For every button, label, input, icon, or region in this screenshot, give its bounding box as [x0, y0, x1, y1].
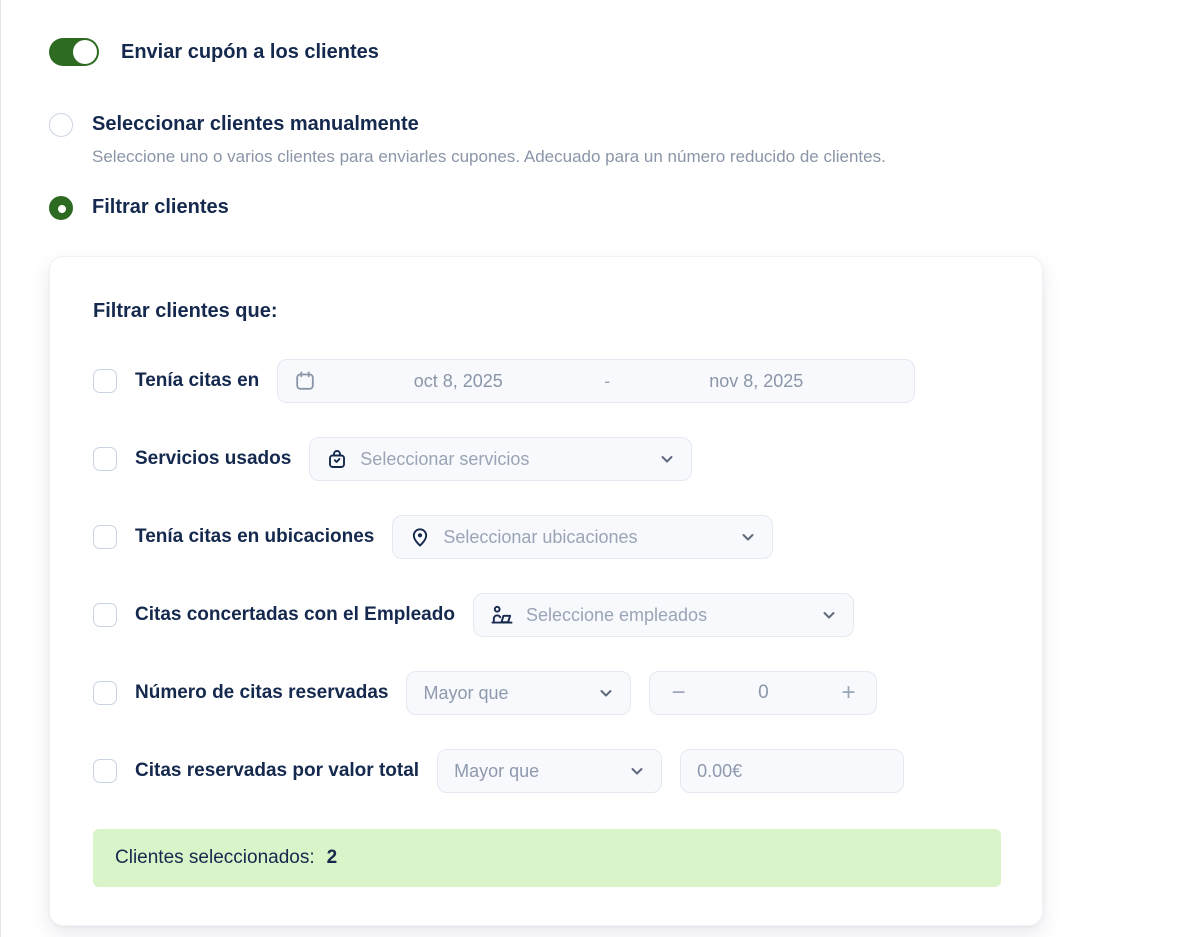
- filter-row-employee: Citas concertadas con el Empleado Selecc…: [93, 593, 999, 637]
- employee-label: Citas concertadas con el Empleado: [135, 604, 455, 626]
- date-end-value[interactable]: nov 8, 2025: [614, 371, 898, 392]
- summary-label: Clientes seleccionados:: [115, 847, 315, 869]
- filter-row-total-value: Citas reservadas por valor total Mayor q…: [93, 749, 999, 793]
- checkbox-locations[interactable]: [93, 525, 117, 549]
- checkbox-total-value[interactable]: [93, 759, 117, 783]
- checkbox-had-appointments[interactable]: [93, 369, 117, 393]
- location-pin-icon: [409, 526, 431, 548]
- checkbox-employee[interactable]: [93, 603, 117, 627]
- locations-dropdown[interactable]: Seleccionar ubicaciones: [392, 515, 773, 559]
- radio-manual-unchecked[interactable]: [49, 113, 73, 137]
- option-filter-clients[interactable]: Filtrar clientes: [49, 195, 1204, 220]
- locations-placeholder: Seleccionar ubicaciones: [443, 527, 728, 548]
- locations-label: Tenía citas en ubicaciones: [135, 526, 374, 548]
- send-coupon-toggle-label: Enviar cupón a los clientes: [121, 41, 379, 64]
- employee-icon: [490, 604, 514, 626]
- selected-clients-summary: Clientes seleccionados: 2: [93, 829, 1001, 887]
- filter-row-appointments-count: Número de citas reservadas Mayor que − 0…: [93, 671, 999, 715]
- total-value-label: Citas reservadas por valor total: [135, 760, 419, 782]
- total-value-input[interactable]: [681, 750, 903, 792]
- option-manual-description: Seleccione uno o varios clientes para en…: [92, 146, 886, 168]
- chevron-down-icon: [629, 763, 645, 779]
- count-operator-value: Mayor que: [423, 683, 586, 704]
- filter-card-title: Filtrar clientes que:: [93, 300, 999, 323]
- filter-clients-card: Filtrar clientes que: Tenía citas en oct…: [49, 256, 1043, 926]
- value-operator-value: Mayor que: [454, 761, 617, 782]
- radio-filter-checked[interactable]: [49, 196, 73, 220]
- total-value-field: [680, 749, 904, 793]
- option-manual-label: Seleccionar clientes manualmente: [92, 112, 886, 137]
- toggle-knob: [73, 40, 97, 64]
- value-operator-select[interactable]: Mayor que: [437, 749, 662, 793]
- date-start-value[interactable]: oct 8, 2025: [316, 371, 600, 392]
- send-coupon-toggle-row: Enviar cupón a los clientes: [49, 38, 1204, 66]
- option-filter-label: Filtrar clientes: [92, 195, 229, 220]
- filter-row-had-appointments: Tenía citas en oct 8, 2025 - nov 8, 2025: [93, 359, 999, 403]
- chevron-down-icon: [659, 451, 675, 467]
- count-stepper: − 0 +: [649, 671, 877, 715]
- send-coupon-section: Enviar cupón a los clientes Seleccionar …: [0, 0, 1204, 937]
- stepper-value[interactable]: 0: [692, 682, 834, 704]
- date-range-separator: -: [600, 371, 614, 392]
- services-used-label: Servicios usados: [135, 448, 291, 470]
- employees-placeholder: Seleccione empleados: [526, 605, 809, 626]
- stepper-decrement-button[interactable]: −: [664, 681, 692, 705]
- filter-row-locations: Tenía citas en ubicaciones Seleccionar u…: [93, 515, 999, 559]
- services-placeholder: Seleccionar servicios: [360, 449, 647, 470]
- bag-check-icon: [326, 448, 348, 470]
- count-operator-select[interactable]: Mayor que: [406, 671, 631, 715]
- chevron-down-icon: [598, 685, 614, 701]
- chevron-down-icon: [740, 529, 756, 545]
- checkbox-services-used[interactable]: [93, 447, 117, 471]
- had-appointments-label: Tenía citas en: [135, 370, 259, 392]
- services-dropdown[interactable]: Seleccionar servicios: [309, 437, 692, 481]
- checkbox-appointments-count[interactable]: [93, 681, 117, 705]
- send-coupon-toggle[interactable]: [49, 38, 99, 66]
- option-select-manually[interactable]: Seleccionar clientes manualmente Selecci…: [49, 112, 1204, 168]
- date-range-picker[interactable]: oct 8, 2025 - nov 8, 2025: [277, 359, 915, 403]
- appointments-count-label: Número de citas reservadas: [135, 682, 388, 704]
- calendar-icon: [294, 370, 316, 392]
- chevron-down-icon: [821, 607, 837, 623]
- employees-dropdown[interactable]: Seleccione empleados: [473, 593, 854, 637]
- filter-row-services-used: Servicios usados Seleccionar servicios: [93, 437, 999, 481]
- summary-count: 2: [327, 847, 338, 869]
- stepper-increment-button[interactable]: +: [834, 681, 862, 705]
